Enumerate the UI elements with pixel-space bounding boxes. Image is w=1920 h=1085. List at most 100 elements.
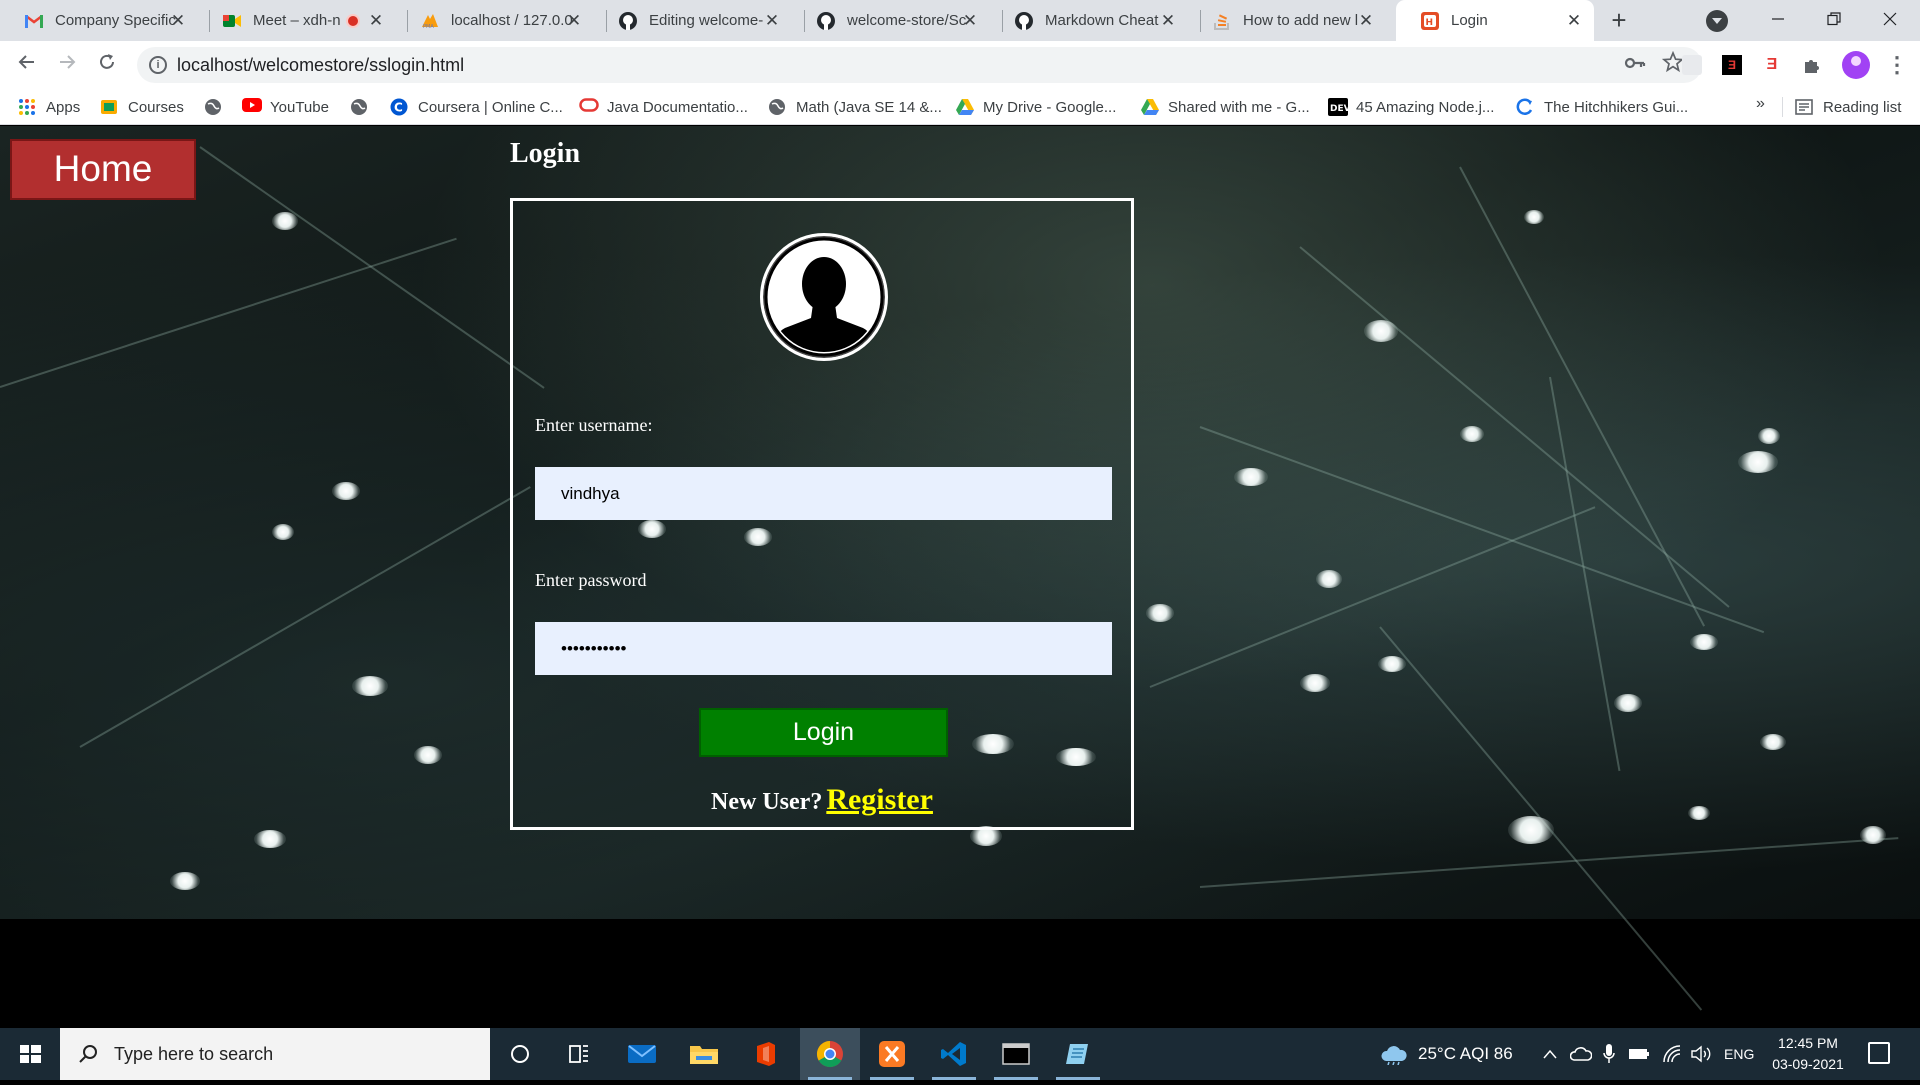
bookmark-coursera[interactable]: C Coursera | Online C... — [390, 89, 563, 125]
windows-start-icon[interactable] — [0, 1028, 60, 1080]
system-clock[interactable]: 12:45 PM 03-09-2021 — [1760, 1033, 1856, 1075]
dew-drop-decoration — [1524, 210, 1544, 224]
mail-app-icon[interactable] — [612, 1028, 672, 1080]
bookmark-globe-2[interactable] — [350, 89, 378, 125]
dew-drop-decoration — [1508, 816, 1554, 844]
bookmark-youtube[interactable]: YouTube — [242, 89, 329, 125]
weather-widget[interactable]: 25°C AQI 86 — [1380, 1028, 1513, 1080]
vscode-icon[interactable] — [924, 1028, 984, 1080]
dew-drop-decoration — [1690, 634, 1718, 650]
password-input[interactable] — [535, 622, 1112, 675]
extension-e-icon[interactable]: Ǝ — [1722, 55, 1742, 75]
bookmark-label: Java Documentatio... — [607, 98, 748, 116]
grass-blade-decoration — [1199, 426, 1765, 634]
bookmark-hitchhikers[interactable]: The Hitchhikers Gui... — [1516, 89, 1688, 125]
url-text[interactable]: localhost/welcomestore/sslogin.html — [177, 55, 464, 76]
register-link[interactable]: Register — [826, 783, 933, 816]
profile-avatar[interactable] — [1842, 51, 1870, 79]
close-tab-icon[interactable]: ✕ — [960, 11, 980, 31]
close-tab-icon[interactable]: ✕ — [366, 11, 386, 31]
tab-markdown-cheat[interactable]: Markdown Cheat ✕ — [990, 0, 1188, 41]
clock-time: 12:45 PM — [1778, 1035, 1838, 1051]
username-input[interactable] — [535, 467, 1112, 520]
minimize-window-button[interactable] — [1750, 0, 1806, 41]
battery-icon[interactable] — [1628, 1028, 1650, 1080]
password-key-icon[interactable] — [1624, 52, 1646, 80]
tab-stackoverflow[interactable]: How to add new l ✕ — [1188, 0, 1386, 41]
task-view-icon[interactable] — [550, 1028, 610, 1080]
home-button[interactable]: Home — [10, 139, 196, 200]
address-bar[interactable]: i localhost/welcomestore/sslogin.html — [137, 47, 1702, 83]
restore-window-button[interactable] — [1806, 0, 1862, 41]
tab-phpmyadmin[interactable]: PMA localhost / 127.0.0 ✕ — [396, 0, 594, 41]
notepad-app-icon[interactable] — [1048, 1028, 1108, 1080]
bookmark-label: YouTube — [270, 98, 329, 116]
close-tab-icon[interactable]: ✕ — [1564, 11, 1584, 31]
drive-icon — [955, 98, 974, 116]
bookmark-java-docs[interactable]: Java Documentatio... — [579, 89, 748, 125]
site-info-icon[interactable]: i — [149, 56, 167, 74]
language-indicator[interactable]: ENG — [1724, 1028, 1754, 1080]
apps-grid-icon — [18, 98, 36, 116]
terminal-icon[interactable] — [986, 1028, 1046, 1080]
weather-cloud-icon — [1381, 1046, 1407, 1065]
clock-date: 03-09-2021 — [1772, 1056, 1844, 1072]
close-tab-icon[interactable]: ✕ — [762, 11, 782, 31]
login-button[interactable]: Login — [699, 708, 948, 757]
new-tab-button[interactable]: + — [1604, 6, 1634, 36]
volume-icon[interactable] — [1690, 1028, 1712, 1080]
close-tab-icon[interactable]: ✕ — [168, 11, 188, 31]
tab-login-active[interactable]: H Login ✕ — [1396, 0, 1594, 41]
hitchhikers-icon — [1516, 98, 1534, 116]
reload-icon[interactable] — [93, 51, 121, 79]
reading-list-button[interactable]: Reading list — [1795, 89, 1901, 125]
office-app-icon[interactable] — [736, 1028, 796, 1080]
close-tab-icon[interactable]: ✕ — [564, 11, 584, 31]
file-explorer-icon[interactable] — [674, 1028, 734, 1080]
drive-icon — [1140, 98, 1159, 116]
github-icon — [618, 11, 638, 31]
show-hidden-icons-chevron-icon[interactable] — [1542, 1028, 1558, 1080]
gmail-icon — [24, 11, 44, 31]
globe-icon — [768, 98, 786, 116]
html5-icon: H — [1420, 11, 1440, 31]
onedrive-cloud-icon[interactable] — [1570, 1028, 1592, 1080]
grass-blade-decoration — [1549, 376, 1621, 772]
notification-center-icon[interactable] — [1868, 1042, 1890, 1064]
dew-drop-decoration — [1316, 570, 1342, 588]
back-arrow-icon[interactable] — [13, 51, 41, 79]
extensions-puzzle-icon[interactable] — [1802, 55, 1822, 75]
cortana-icon[interactable] — [490, 1028, 550, 1080]
extension-red-e-icon[interactable]: Ǝ — [1762, 55, 1782, 75]
bookmark-apps[interactable]: Apps — [18, 89, 80, 125]
forward-arrow-icon[interactable] — [53, 51, 81, 79]
bookmark-math-java[interactable]: Math (Java SE 14 &... — [768, 89, 942, 125]
microphone-icon[interactable] — [1602, 1028, 1616, 1080]
bookmark-label: My Drive - Google... — [983, 98, 1117, 116]
close-window-button[interactable] — [1862, 0, 1918, 41]
xampp-icon[interactable] — [862, 1028, 922, 1080]
tab-company-specific[interactable]: Company Specific ✕ — [0, 0, 198, 41]
bookmark-star-icon[interactable] — [1661, 50, 1685, 79]
dew-drop-decoration — [1300, 674, 1330, 692]
close-tab-icon[interactable]: ✕ — [1356, 11, 1376, 31]
tab-editing-welcome[interactable]: Editing welcome- ✕ — [594, 0, 792, 41]
bookmark-shared-with-me[interactable]: Shared with me - G... — [1140, 89, 1310, 125]
more-bookmarks-button[interactable]: » — [1756, 95, 1765, 113]
dew-drop-decoration — [1614, 694, 1642, 712]
chrome-taskbar-icon[interactable] — [800, 1028, 860, 1080]
browser-menu-icon[interactable]: ⋮ — [1886, 51, 1908, 79]
wifi-icon[interactable] — [1662, 1028, 1682, 1080]
tab-meet[interactable]: Meet – xdh-n ✕ — [198, 0, 396, 41]
taskbar-search-box[interactable]: Type here to search — [60, 1028, 490, 1080]
tab-search-icon[interactable] — [1706, 10, 1728, 32]
bookmark-globe-1[interactable] — [204, 89, 232, 125]
bookmark-courses[interactable]: Courses — [100, 89, 184, 125]
close-tab-icon[interactable]: ✕ — [1158, 11, 1178, 31]
bookmark-my-drive[interactable]: My Drive - Google... — [955, 89, 1116, 125]
courses-icon — [100, 98, 118, 116]
dew-drop-decoration — [1758, 428, 1780, 444]
tab-welcome-store[interactable]: welcome-store/Sc ✕ — [792, 0, 990, 41]
extension-placeholder-icon[interactable] — [1682, 55, 1702, 75]
bookmark-nodejs[interactable]: DEV 45 Amazing Node.j... — [1328, 89, 1494, 125]
